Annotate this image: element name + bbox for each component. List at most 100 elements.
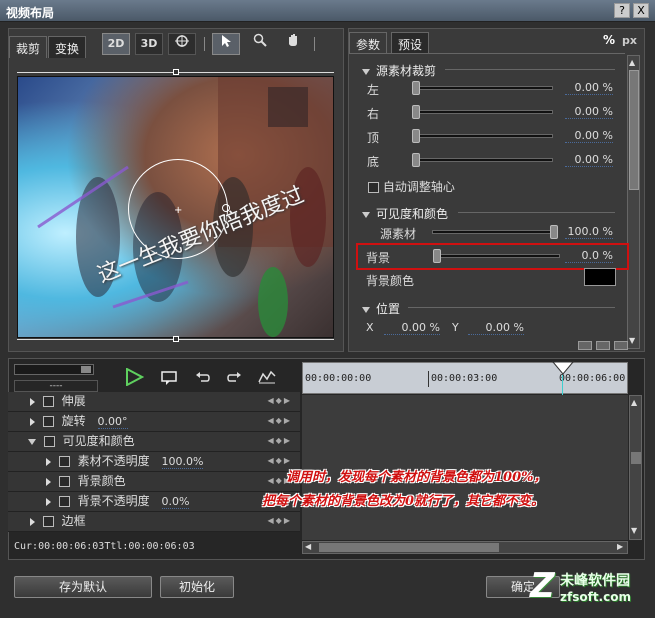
- timeline-hscrollbar[interactable]: ◀ ▶: [302, 541, 628, 554]
- track-row-rotate[interactable]: 旋转 0.00° ◀◆▶: [8, 412, 300, 432]
- tab-params[interactable]: 参数: [349, 32, 388, 54]
- crop-left-thumb[interactable]: [412, 81, 420, 95]
- crop-top-thumb[interactable]: [412, 129, 420, 143]
- zoom-slider-thumb[interactable]: [81, 366, 91, 373]
- source-opacity-slider[interactable]: [432, 230, 557, 234]
- scrollbar-thumb[interactable]: [631, 452, 641, 464]
- video-preview[interactable]: + 这一生我要你陪我度过: [17, 76, 334, 338]
- crop-bottom-value[interactable]: 0.00 %: [565, 153, 613, 167]
- scroll-up-icon[interactable]: ▲: [629, 58, 635, 67]
- crop-bottom-thumb[interactable]: [412, 153, 420, 167]
- scroll-down-icon[interactable]: ▼: [629, 336, 635, 345]
- scroll-right-icon[interactable]: ▶: [617, 542, 623, 551]
- zoom-icon[interactable]: [246, 33, 274, 55]
- crop-top-value[interactable]: 0.00 %: [565, 129, 613, 143]
- unit-px-toggle[interactable]: px: [622, 34, 637, 47]
- curve-graph-icon[interactable]: [258, 370, 276, 387]
- track-value[interactable]: 0.0%: [161, 495, 190, 509]
- help-button[interactable]: ?: [614, 3, 630, 18]
- hand-icon[interactable]: [279, 33, 307, 55]
- track-checkbox[interactable]: [42, 516, 54, 527]
- expand-arrow-icon[interactable]: [30, 397, 35, 406]
- checkbox-box[interactable]: [368, 182, 379, 193]
- track-row-bg-color[interactable]: 背景颜色 ◀◆▶: [8, 472, 300, 492]
- expand-arrow-icon[interactable]: [46, 477, 51, 486]
- collapse-arrow-icon[interactable]: [28, 438, 36, 445]
- timeline-ruler[interactable]: 00:00:00:00 00:00:03:00 00:00:06:00: [302, 362, 628, 394]
- tab-presets[interactable]: 预设: [391, 32, 430, 54]
- crop-handle-bottom[interactable]: [173, 336, 179, 342]
- scroll-down-icon[interactable]: ▼: [631, 526, 637, 535]
- track-checkbox[interactable]: [58, 496, 70, 507]
- section-source-crop[interactable]: 源素材裁剪: [362, 62, 436, 79]
- pos-x-value[interactable]: 0.00 %: [384, 321, 440, 335]
- timeline-vscrollbar[interactable]: ▲ ▼: [629, 395, 642, 540]
- crop-top-slider[interactable]: [416, 134, 553, 138]
- keyframe-nav[interactable]: ◀◆▶: [268, 396, 292, 405]
- expand-arrow-icon[interactable]: [30, 517, 35, 526]
- background-opacity-thumb[interactable]: [433, 249, 441, 263]
- track-checkbox[interactable]: [58, 456, 70, 467]
- save-default-button[interactable]: 存为默认: [14, 576, 152, 598]
- playhead-marker-icon[interactable]: [551, 361, 575, 378]
- keyframe-nav[interactable]: ◀◆▶: [268, 416, 292, 425]
- unit-percent-toggle[interactable]: %: [603, 33, 615, 47]
- track-row-stretch[interactable]: 伸展 ◀◆▶: [8, 392, 300, 412]
- timeline-zoom-slider[interactable]: [14, 364, 94, 375]
- section-position[interactable]: 位置: [362, 300, 400, 317]
- track-checkbox[interactable]: [42, 396, 54, 407]
- add-keyframe-icon[interactable]: [160, 370, 178, 389]
- crop-left-value[interactable]: 0.00 %: [565, 81, 613, 95]
- track-checkbox[interactable]: [42, 416, 54, 427]
- section-visibility[interactable]: 可见度和颜色: [362, 205, 448, 222]
- tab-crop[interactable]: 裁剪: [9, 36, 48, 58]
- source-opacity-value[interactable]: 100.0 %: [565, 225, 613, 239]
- scrollbar-thumb[interactable]: [629, 70, 639, 190]
- expand-arrow-icon[interactable]: [46, 457, 51, 466]
- mode-2d-button[interactable]: 2D: [102, 33, 130, 55]
- track-row-bg-opacity[interactable]: 背景不透明度 0.0% ◀◆▶: [8, 492, 300, 512]
- track-checkbox[interactable]: [58, 476, 70, 487]
- pos-y-value[interactable]: 0.00 %: [468, 321, 524, 335]
- grid-icon[interactable]: [168, 33, 196, 55]
- redo-icon[interactable]: [226, 371, 242, 388]
- initialize-button[interactable]: 初始化: [160, 576, 234, 598]
- timeline-mode-select[interactable]: ----: [14, 380, 98, 392]
- background-opacity-value[interactable]: 0.0 %: [565, 249, 613, 263]
- expand-arrow-icon[interactable]: [46, 497, 51, 506]
- scroll-up-icon[interactable]: ▲: [631, 398, 637, 407]
- keyframe-nav[interactable]: ◀◆▶: [268, 516, 292, 525]
- mode-3d-button[interactable]: 3D: [135, 33, 163, 55]
- scrollbar-thumb[interactable]: [319, 543, 499, 552]
- track-value[interactable]: 0.00°: [97, 415, 128, 429]
- track-row-visibility[interactable]: 可见度和颜色 ◀◆▶: [8, 432, 300, 452]
- undo-icon[interactable]: [195, 371, 211, 388]
- track-value[interactable]: 100.0%: [161, 455, 204, 469]
- keyframe-nav[interactable]: ◀◆▶: [268, 436, 292, 445]
- crop-right-slider[interactable]: [416, 110, 553, 114]
- background-opacity-slider[interactable]: [436, 254, 560, 258]
- crop-handle-top[interactable]: [173, 69, 179, 75]
- params-scrollbar[interactable]: ▲ ▼: [627, 55, 640, 349]
- tab-transform[interactable]: 变换: [48, 36, 87, 58]
- background-color-swatch[interactable]: [584, 268, 616, 286]
- expand-arrow-icon[interactable]: [30, 417, 35, 426]
- nav-last-button[interactable]: [614, 341, 628, 350]
- track-checkbox[interactable]: [43, 436, 55, 447]
- pointer-icon[interactable]: [212, 33, 240, 55]
- nav-next-button[interactable]: [596, 341, 610, 350]
- crop-right-value[interactable]: 0.00 %: [565, 105, 613, 119]
- auto-axis-checkbox[interactable]: 自动调整轴心: [368, 178, 455, 195]
- center-point-icon[interactable]: +: [174, 205, 182, 216]
- source-opacity-thumb[interactable]: [550, 225, 558, 239]
- crop-bottom-slider[interactable]: [416, 158, 553, 162]
- crop-right-thumb[interactable]: [412, 105, 420, 119]
- close-button[interactable]: X: [633, 3, 649, 18]
- crop-left-slider[interactable]: [416, 86, 553, 90]
- scroll-left-icon[interactable]: ◀: [305, 542, 311, 551]
- track-row-source-opacity[interactable]: 素材不透明度 100.0% ◀◆▶: [8, 452, 300, 472]
- nav-down-button[interactable]: [578, 341, 592, 350]
- keyframe-nav[interactable]: ◀◆▶: [268, 456, 292, 465]
- play-icon[interactable]: [124, 367, 145, 389]
- track-row-border[interactable]: 边框 ◀◆▶: [8, 512, 300, 532]
